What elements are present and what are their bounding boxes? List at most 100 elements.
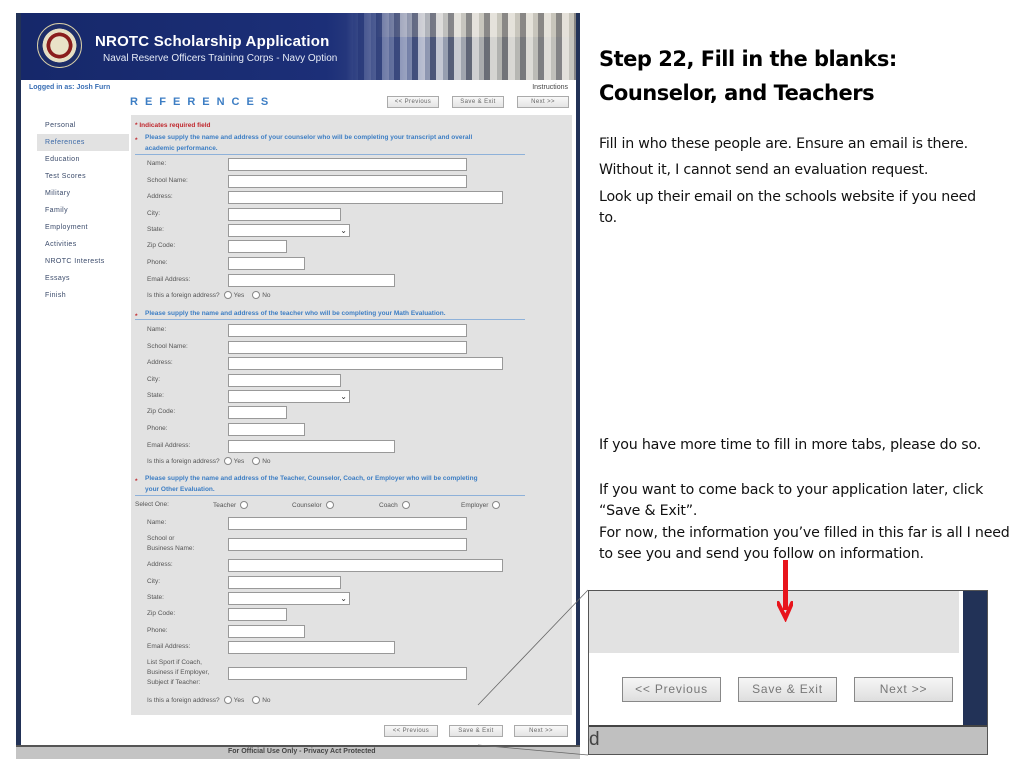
sidebar-item-family[interactable]: Family xyxy=(37,202,129,219)
previous-button-bottom[interactable]: << Previous xyxy=(384,725,438,737)
teacher-radio[interactable] xyxy=(240,501,249,510)
counselor-phone-label: Phone: xyxy=(147,259,168,266)
next-button-top[interactable]: Next >> xyxy=(517,96,569,108)
other-foreign-address-row: Is this a foreign address? Yes No xyxy=(147,696,271,706)
foreign-no-radio[interactable] xyxy=(252,291,261,300)
foreign-yes-radio[interactable] xyxy=(223,457,232,466)
teacher-zip-input[interactable] xyxy=(228,406,287,419)
next-button-bottom[interactable]: Next >> xyxy=(514,725,568,737)
other-name-input[interactable] xyxy=(228,517,467,530)
sidebar-item-finish[interactable]: Finish xyxy=(37,287,129,304)
counselor-school-input[interactable] xyxy=(228,175,467,188)
foreign-yes-radio[interactable] xyxy=(223,291,232,300)
application-window: NROTC Scholarship Application Naval Rese… xyxy=(21,13,576,746)
sidebar-item-personal[interactable]: Personal xyxy=(37,117,129,134)
teacher-email-input[interactable] xyxy=(228,440,395,453)
counselor-zip-input[interactable] xyxy=(228,240,287,253)
label-line: List Sport if Coach, xyxy=(147,659,202,666)
previous-button-top[interactable]: << Previous xyxy=(387,96,439,108)
other-zip-input[interactable] xyxy=(228,608,287,621)
counselor-radio[interactable] xyxy=(325,501,334,510)
save-exit-button-top[interactable]: Save & Exit xyxy=(452,96,504,108)
page-title: REFERENCES xyxy=(130,96,276,108)
references-form: * Indicates required field * Please supp… xyxy=(131,115,572,715)
sidebar-item-essays[interactable]: Essays xyxy=(37,270,129,287)
counselor-city-input[interactable] xyxy=(228,208,341,221)
counselor-email-input[interactable] xyxy=(228,274,395,287)
teacher-state-select[interactable]: ⌄ xyxy=(228,390,350,403)
teacher-address-input[interactable] xyxy=(228,357,503,370)
application-screenshot: NROTC Scholarship Application Naval Rese… xyxy=(16,13,580,759)
other-phone-input[interactable] xyxy=(228,625,305,638)
other-email-label: Email Address: xyxy=(147,643,191,650)
other-zip-label: Zip Code: xyxy=(147,610,176,617)
teacher-city-label: City: xyxy=(147,376,160,383)
callout-footer-text: d xyxy=(589,729,600,750)
instruction-note: If you have more time to fill in more ta… xyxy=(599,437,981,453)
math-teacher-section-heading: * Please supply the name and address of … xyxy=(135,308,525,320)
teacher-city-input[interactable] xyxy=(228,374,341,387)
callout-save-exit-button[interactable]: Save & Exit xyxy=(738,677,837,702)
teacher-phone-input[interactable] xyxy=(228,423,305,436)
other-phone-label: Phone: xyxy=(147,627,168,634)
counselor-address-input[interactable] xyxy=(228,191,503,204)
save-exit-button-bottom[interactable]: Save & Exit xyxy=(449,725,503,737)
required-field-note: * Indicates required field xyxy=(135,122,211,129)
yes-label: Yes xyxy=(233,292,245,299)
required-star: * xyxy=(135,313,138,320)
teacher-email-label: Email Address: xyxy=(147,442,191,449)
callout-footer: d xyxy=(589,725,987,754)
sport-business-subject-label: List Sport if Coach, Business if Employer… xyxy=(147,658,209,688)
heading-line: Please supply the name and address of th… xyxy=(145,475,478,482)
red-down-arrow-icon xyxy=(777,560,793,622)
other-city-input[interactable] xyxy=(228,576,341,589)
instructions-link[interactable]: Instructions xyxy=(532,84,568,91)
sidebar-item-test-scores[interactable]: Test Scores xyxy=(37,168,129,185)
foreign-no-radio[interactable] xyxy=(252,457,261,466)
other-state-select[interactable]: ⌄ xyxy=(228,592,350,605)
teacher-school-input[interactable] xyxy=(228,341,467,354)
counselor-zip-label: Zip Code: xyxy=(147,242,176,249)
callout-window-border xyxy=(963,591,987,726)
sport-business-subject-input[interactable] xyxy=(228,667,467,680)
counselor-name-input[interactable] xyxy=(228,158,467,171)
sidebar-item-employment[interactable]: Employment xyxy=(37,219,129,236)
teacher-state-label: State: xyxy=(147,392,164,399)
foreign-address-question: Is this a foreign address? xyxy=(147,292,220,299)
teacher-name-label: Name: xyxy=(147,326,167,333)
heading-line: your Other Evaluation. xyxy=(145,486,215,493)
step-title-line: Counselor, and Teachers xyxy=(599,81,875,105)
sidebar-item-education[interactable]: Education xyxy=(37,151,129,168)
counselor-phone-input[interactable] xyxy=(228,257,305,270)
arrow-shaft xyxy=(783,560,788,610)
other-address-input[interactable] xyxy=(228,559,503,572)
chevron-down-icon: ⌄ xyxy=(340,594,347,603)
teacher-name-input[interactable] xyxy=(228,324,467,337)
coach-radio[interactable] xyxy=(401,501,410,510)
callout-previous-button[interactable]: << Previous xyxy=(622,677,721,702)
counselor-section-heading: * Please supply the name and address of … xyxy=(135,132,525,155)
foreign-no-radio[interactable] xyxy=(252,696,261,705)
instruction-note: Look up their email on the schools websi… xyxy=(599,189,976,226)
label-line: Subject if Teacher: xyxy=(147,679,201,686)
option-label: Coach xyxy=(379,502,398,509)
sidebar-item-nrotc-interests[interactable]: NROTC Interests xyxy=(37,253,129,270)
foreign-yes-radio[interactable] xyxy=(223,696,232,705)
counselor-school-label: School Name: xyxy=(147,177,188,184)
employer-radio[interactable] xyxy=(492,501,501,510)
counselor-state-select[interactable]: ⌄ xyxy=(228,224,350,237)
counselor-foreign-address-row: Is this a foreign address? Yes No xyxy=(147,291,271,301)
required-note-text: Indicates required field xyxy=(139,122,211,129)
other-business-name-input[interactable] xyxy=(228,538,467,551)
other-email-input[interactable] xyxy=(228,641,395,654)
instruction-note: Fill in who these people are. Ensure an … xyxy=(599,136,968,152)
sidebar-item-military[interactable]: Military xyxy=(37,185,129,202)
teacher-address-label: Address: xyxy=(147,359,173,366)
sidebar-item-references[interactable]: References xyxy=(37,134,129,151)
sidebar-item-activities[interactable]: Activities xyxy=(37,236,129,253)
required-star: * xyxy=(135,137,138,144)
instruction-note: Without it, I cannot send an evaluation … xyxy=(599,162,929,178)
option-employer: Employer xyxy=(461,501,502,511)
callout-next-button[interactable]: Next >> xyxy=(854,677,953,702)
step-title: Step 22, Fill in the blanks: Counselor, … xyxy=(599,42,1019,110)
